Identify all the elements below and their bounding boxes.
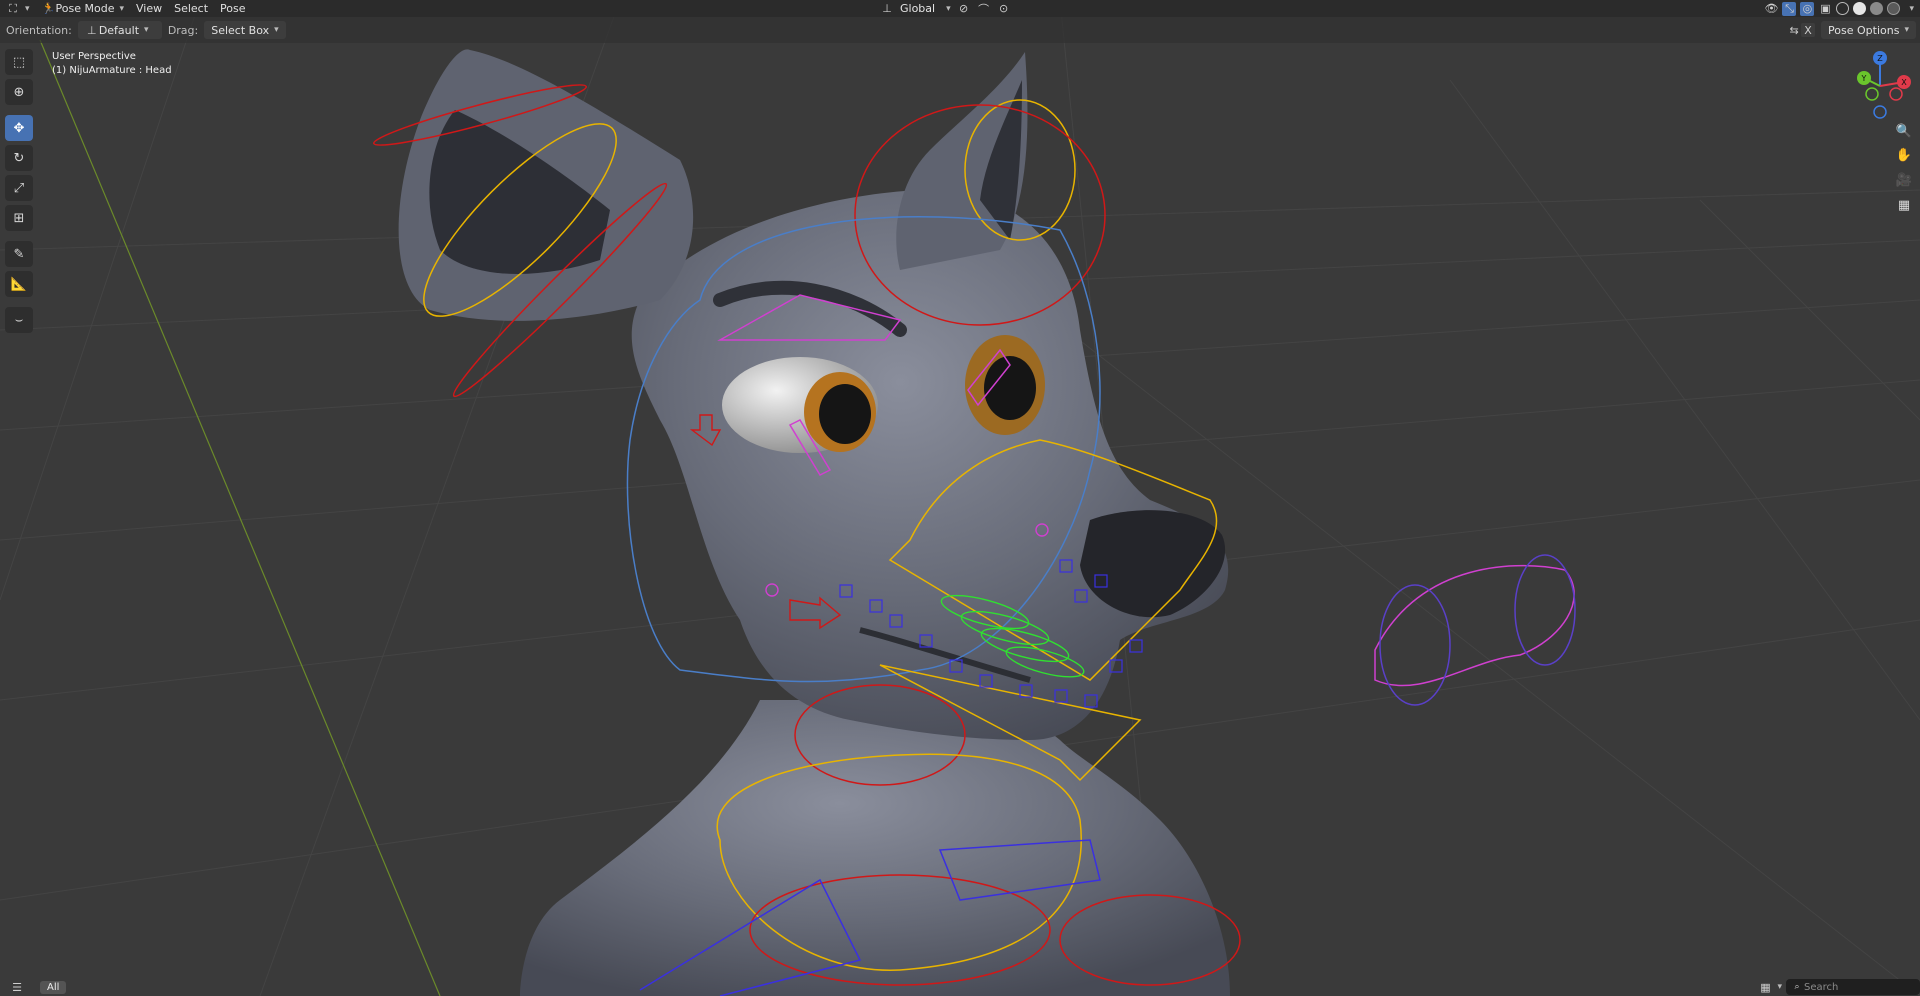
transform-icon: ⊞ bbox=[13, 210, 25, 226]
search-field[interactable]: ⌕ Search bbox=[1786, 979, 1920, 995]
snap-icon[interactable]: ⌒ bbox=[977, 2, 991, 16]
viewport-scene[interactable] bbox=[0, 0, 1920, 996]
toolbar: ⬚ ⊕ ✥ ↻ ⤢ ⊞ ✎ 📐 ⌣ bbox=[5, 49, 35, 337]
overlays-icon[interactable]: ◎ bbox=[1800, 1, 1815, 16]
hand-icon: ✋ bbox=[1895, 147, 1913, 163]
rotate-icon: ↻ bbox=[13, 150, 25, 166]
tool-transform[interactable]: ⊞ bbox=[5, 205, 33, 231]
solid-shading-icon[interactable] bbox=[1853, 2, 1867, 15]
camera-view-button[interactable]: 🎥 bbox=[1893, 169, 1915, 191]
navigation-gizmo[interactable]: Z Y X bbox=[1844, 50, 1916, 122]
pose-mode-icon: 🏃 bbox=[41, 2, 56, 15]
search-icon: ⌕ bbox=[1794, 982, 1800, 992]
wireframe-shading-icon[interactable] bbox=[1836, 2, 1850, 15]
gizmo-z-label: Z bbox=[1877, 54, 1883, 63]
pivot-point-icon[interactable]: ⊘ bbox=[957, 2, 971, 16]
pan-button[interactable]: ✋ bbox=[1893, 144, 1915, 166]
tool-cursor[interactable]: ⊕ bbox=[5, 79, 33, 105]
gizmo-y-label: Y bbox=[1861, 74, 1867, 83]
menu-pose[interactable]: Pose bbox=[214, 0, 251, 17]
axis-x-toggle[interactable]: X bbox=[1801, 23, 1816, 37]
tool-relax-pose[interactable]: ⌣ bbox=[5, 307, 33, 333]
viewport-icon: ⛶ bbox=[9, 1, 17, 15]
tool-settings-bar: Orientation: ⊥ Default ▾ Drag: Select Bo… bbox=[0, 17, 1920, 43]
menu-icon[interactable]: ☰ bbox=[10, 980, 24, 994]
proportional-edit-icon[interactable]: ⊙ bbox=[997, 2, 1011, 16]
orientation-dropdown[interactable]: ⊥ Default ▾ bbox=[77, 21, 162, 39]
viewport-info: User Perspective (1) NijuArmature : Head bbox=[52, 50, 172, 78]
mode-label: Pose Mode bbox=[55, 2, 115, 15]
mode-selector[interactable]: 🏃 Pose Mode ▾ bbox=[36, 0, 130, 17]
pose-options-dropdown[interactable]: Pose Options ▾ bbox=[1821, 21, 1916, 39]
drag-label: Drag: bbox=[167, 23, 199, 37]
tool-move[interactable]: ✥ bbox=[5, 115, 33, 141]
menu-select[interactable]: Select bbox=[168, 0, 214, 17]
drag-dropdown[interactable]: Select Box ▾ bbox=[204, 21, 286, 39]
gizmo-x-label: X bbox=[1901, 78, 1907, 87]
gizmo-toggle-icon[interactable]: ⤡ bbox=[1782, 1, 1797, 16]
tool-annotate[interactable]: ✎ bbox=[5, 241, 33, 267]
mirror-pose-icon[interactable]: ⇆ bbox=[1787, 23, 1801, 37]
menu-view[interactable]: View bbox=[130, 0, 168, 17]
orientation-label: Orientation: bbox=[6, 23, 72, 37]
view-name: User Perspective bbox=[52, 51, 136, 62]
transform-orientation-selector[interactable]: Global bbox=[900, 2, 935, 15]
rendered-shading-icon[interactable] bbox=[1887, 2, 1901, 15]
material-shading-icon[interactable] bbox=[1870, 2, 1884, 15]
active-bone-label: (1) NijuArmature : Head bbox=[52, 65, 172, 76]
display-mode-icon[interactable]: ▦ bbox=[1758, 980, 1772, 994]
annotate-icon: ✎ bbox=[13, 246, 25, 262]
move-icon: ✥ bbox=[13, 120, 25, 136]
all-filter-button[interactable]: All bbox=[40, 980, 67, 994]
measure-icon: 📐 bbox=[10, 276, 28, 292]
tool-rotate[interactable]: ↻ bbox=[5, 145, 33, 171]
select-box-icon: ⬚ bbox=[12, 54, 26, 70]
tool-scale[interactable]: ⤢ bbox=[5, 175, 33, 201]
camera-icon: 🎥 bbox=[1895, 172, 1913, 188]
header-right-controls: 👁 ⤡ ◎ ▣ ▾ bbox=[1764, 1, 1914, 16]
xray-icon[interactable]: ▣ bbox=[1818, 2, 1832, 16]
visibility-icon[interactable]: 👁 bbox=[1764, 2, 1778, 16]
relax-pose-icon: ⌣ bbox=[14, 312, 24, 328]
grid-icon: ▦ bbox=[1897, 197, 1911, 213]
cursor-icon: ⊕ bbox=[13, 84, 25, 100]
status-right: ▦ ▾ ⌕ Search bbox=[1758, 978, 1920, 996]
orientation-icon: ⊥ bbox=[87, 23, 97, 37]
transform-orientation-icon: ⊥ bbox=[882, 2, 892, 15]
status-left: ☰ All bbox=[0, 978, 67, 996]
zoom-button[interactable]: 🔍 bbox=[1893, 120, 1915, 142]
scale-icon: ⤢ bbox=[13, 180, 25, 196]
editor-type-button[interactable]: ⛶ ▾ bbox=[0, 0, 36, 17]
zoom-icon: 🔍 bbox=[1895, 123, 1913, 139]
tool-measure[interactable]: 📐 bbox=[5, 271, 33, 297]
ortho-toggle-button[interactable]: ▦ bbox=[1893, 194, 1915, 216]
header-center-controls: ⊥ Global ▾ ⊘ ⌒ ⊙ bbox=[880, 0, 1011, 17]
search-placeholder: Search bbox=[1804, 981, 1839, 993]
tool-select-box[interactable]: ⬚ bbox=[5, 49, 33, 75]
